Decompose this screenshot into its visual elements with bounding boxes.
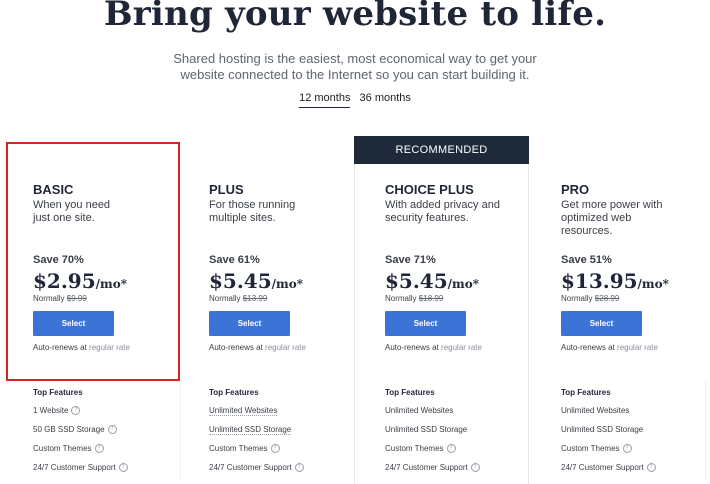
renew-prefix: Auto-renews at	[385, 343, 439, 352]
plan-description: With added privacy and security features…	[385, 199, 500, 224]
plan-name: PRO	[561, 182, 590, 197]
feature-item: Unlimited Websites	[385, 406, 454, 415]
select-button-pro[interactable]: Select	[561, 311, 642, 336]
auto-renew-note: Auto-renews at regular rate	[385, 343, 535, 352]
price-unit: /mo*	[447, 277, 479, 291]
normally-label: Normally	[385, 294, 417, 303]
features-basic: Top Features 1 Website? 50 GB SSD Storag…	[33, 388, 183, 482]
info-icon[interactable]: ?	[270, 444, 280, 454]
feature-item: 1 Website?	[33, 406, 183, 425]
plan-name: PLUS	[209, 182, 244, 197]
feature-item: Unlimited SSD Storage	[561, 425, 644, 434]
original-price: $13.99	[242, 294, 268, 303]
info-icon[interactable]: ?	[71, 406, 81, 416]
features-pro: Top Features Unlimited Websites Unlimite…	[561, 388, 710, 482]
plan-savings: Save 71%	[385, 254, 436, 266]
plan-price: $13.95/mo*	[561, 269, 710, 293]
feature-item: Unlimited SSD Storage	[385, 425, 468, 434]
plan-plus: PLUS For those running multiple sites. S…	[209, 182, 359, 352]
plan-normal-price: Normally $13.99	[209, 294, 359, 303]
features-plus: Top Features Unlimited Websites Unlimite…	[209, 388, 359, 482]
plan-choice-plus: CHOICE PLUS With added privacy and secur…	[385, 182, 535, 352]
features-title: Top Features	[33, 388, 83, 397]
regular-rate-link[interactable]: regular rate	[265, 343, 306, 352]
term-12-months[interactable]: 12 months	[299, 92, 351, 108]
renew-prefix: Auto-renews at	[209, 343, 263, 352]
select-button-choice-plus[interactable]: Select	[385, 311, 466, 336]
feature-item: 24/7 Customer Support?	[209, 463, 359, 482]
info-icon[interactable]: ?	[94, 444, 104, 454]
feature-item: Unlimited Websites	[209, 406, 278, 416]
normally-label: Normally	[209, 294, 241, 303]
page-subtitle-line-2: website connected to the Internet so you…	[180, 67, 530, 82]
auto-renew-note: Auto-renews at regular rate	[209, 343, 359, 352]
original-price: $18.99	[418, 294, 444, 303]
feature-item: 24/7 Customer Support?	[33, 463, 183, 482]
info-icon[interactable]: ?	[107, 425, 117, 435]
plan-price: $5.45/mo*	[385, 269, 535, 293]
info-icon[interactable]: ?	[646, 463, 656, 473]
page-title: Bring your website to life.	[103, 0, 607, 34]
recommended-banner: RECOMMENDED	[354, 136, 529, 164]
plan-price: $5.45/mo*	[209, 269, 359, 293]
features-choice-plus: Top Features Unlimited Websites Unlimite…	[385, 388, 535, 482]
features-title: Top Features	[561, 388, 611, 397]
price-amount: $5.45	[385, 269, 448, 293]
price-unit: /mo*	[271, 277, 303, 291]
plan-description: For those running multiple sites.	[209, 199, 296, 224]
feature-item: 24/7 Customer Support?	[385, 463, 535, 482]
info-icon[interactable]: ?	[294, 463, 304, 473]
plan-name: CHOICE PLUS	[385, 182, 474, 197]
feature-item: Custom Themes?	[209, 444, 359, 463]
plan-savings: Save 51%	[561, 254, 612, 266]
feature-item: Unlimited Websites	[561, 406, 630, 415]
info-icon[interactable]: ?	[446, 444, 456, 454]
info-icon[interactable]: ?	[622, 444, 632, 454]
feature-item: Custom Themes?	[561, 444, 710, 463]
feature-item: 50 GB SSD Storage?	[33, 425, 183, 444]
price-amount: $5.45	[209, 269, 272, 293]
features-title: Top Features	[209, 388, 259, 397]
plan-normal-price: Normally $28.99	[561, 294, 710, 303]
info-icon[interactable]: ?	[470, 463, 480, 473]
price-unit: /mo*	[637, 277, 669, 291]
feature-item: Custom Themes?	[385, 444, 535, 463]
info-icon[interactable]: ?	[118, 463, 128, 473]
auto-renew-note: Auto-renews at regular rate	[561, 343, 710, 352]
feature-item: Custom Themes?	[33, 444, 183, 463]
plan-savings: Save 61%	[209, 254, 260, 266]
page-subtitle-line-1: Shared hosting is the easiest, most econ…	[173, 51, 537, 66]
plan-description: Get more power with optimized web resour…	[561, 199, 663, 237]
feature-item: 24/7 Customer Support?	[561, 463, 710, 482]
normally-label: Normally	[561, 294, 593, 303]
feature-item: Unlimited SSD Storage	[209, 425, 292, 435]
features-title: Top Features	[385, 388, 435, 397]
regular-rate-link[interactable]: regular rate	[441, 343, 482, 352]
select-button-plus[interactable]: Select	[209, 311, 290, 336]
plan-normal-price: Normally $18.99	[385, 294, 535, 303]
plan-pro: PRO Get more power with optimized web re…	[561, 182, 710, 352]
regular-rate-link[interactable]: regular rate	[617, 343, 658, 352]
price-amount: $13.95	[561, 269, 638, 293]
highlight-box	[6, 142, 180, 381]
term-toggle: 12 months 36 months	[0, 92, 710, 108]
term-36-months[interactable]: 36 months	[360, 92, 411, 107]
original-price: $28.99	[594, 294, 620, 303]
renew-prefix: Auto-renews at	[561, 343, 615, 352]
